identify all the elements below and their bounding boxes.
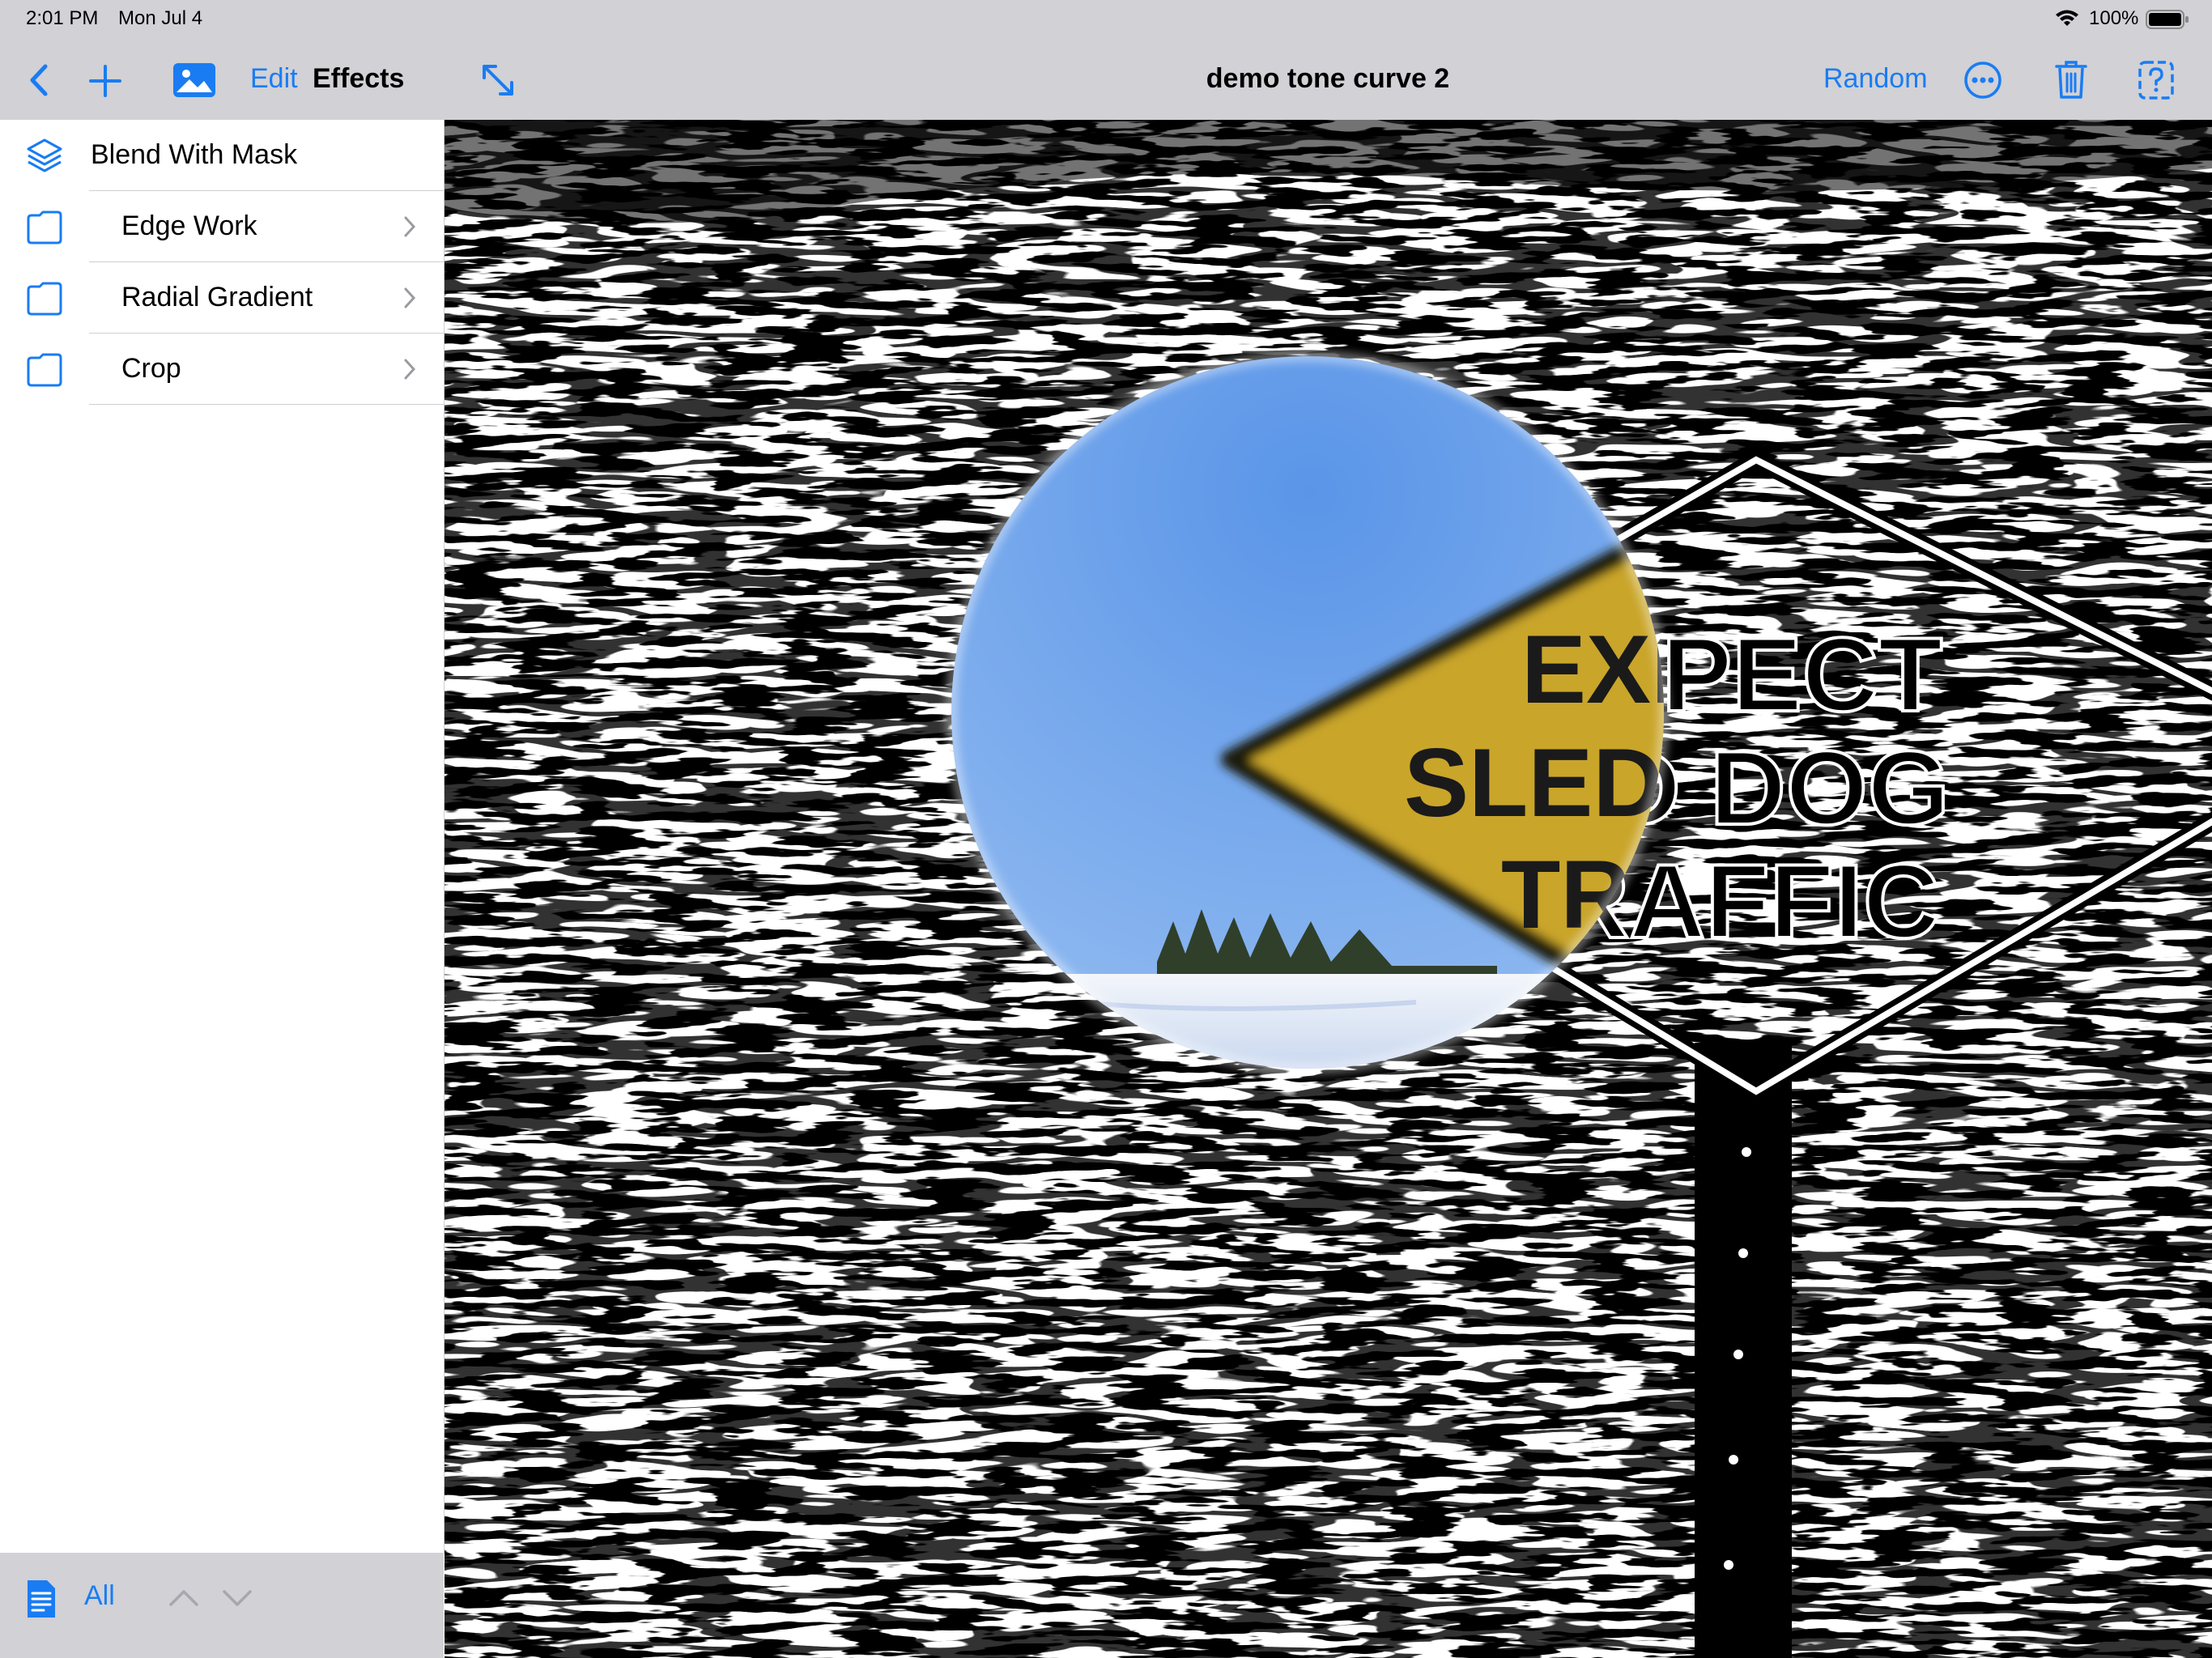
chevron-left-icon (30, 64, 48, 96)
folder-icon (24, 278, 65, 319)
back-button[interactable] (23, 60, 55, 100)
plus-icon (89, 65, 121, 97)
top-bar: 2:01 PM Mon Jul 4 100% Edit Effects demo… (0, 0, 2212, 120)
trash-icon (2055, 61, 2087, 99)
battery-icon (2146, 10, 2189, 35)
delete-button[interactable] (2053, 58, 2089, 100)
sidebar-item-label: Crop (121, 353, 181, 384)
help-button[interactable] (2138, 60, 2175, 100)
status-date: Mon Jul 4 (118, 7, 203, 29)
add-button[interactable] (86, 62, 125, 100)
expand-arrows-icon (483, 65, 513, 96)
random-button[interactable]: Random (1823, 63, 1928, 95)
rendered-image: EXPECT SLED DOG TRAFFIC EXPECT SLED DOG … (445, 120, 2212, 1658)
document-text-icon[interactable] (23, 1577, 60, 1621)
expand-button[interactable] (478, 60, 518, 100)
image-preview[interactable]: EXPECT SLED DOG TRAFFIC EXPECT SLED DOG … (445, 120, 2212, 1658)
sidebar-item-label: Edge Work (121, 210, 257, 241)
ellipsis-circle-icon (1964, 62, 2001, 99)
more-button[interactable] (1963, 60, 2003, 100)
document-title: demo tone curve 2 (1206, 63, 1450, 94)
sign-pole (1695, 1043, 1792, 1658)
sidebar-item-edge-work[interactable]: Edge Work (0, 191, 444, 262)
layers-icon (24, 136, 65, 176)
chevron-up-icon[interactable] (167, 1587, 201, 1609)
chevron-right-icon (402, 285, 418, 311)
status-bar: 2:01 PM Mon Jul 4 100% (0, 0, 2212, 39)
help-square-icon (2138, 61, 2174, 100)
sidebar-item-blend-with-mask[interactable]: Blend With Mask (0, 120, 444, 191)
folder-icon (24, 350, 65, 390)
bottom-toolbar: All (0, 1553, 444, 1658)
battery-percent: 100% (2089, 7, 2139, 29)
image-button[interactable] (172, 62, 217, 99)
sidebar-item-label: Blend With Mask (91, 139, 298, 170)
chevron-down-icon[interactable] (220, 1587, 254, 1609)
filter-all-button[interactable]: All (84, 1580, 115, 1612)
sidebar-item-radial-gradient[interactable]: Radial Gradient (0, 262, 444, 334)
sidebar-item-crop[interactable]: Crop (0, 334, 444, 405)
wifi-icon (2054, 8, 2080, 33)
section-title: Effects (313, 63, 405, 94)
chevron-right-icon (402, 356, 418, 382)
row-divider (89, 404, 444, 405)
photo-icon (173, 63, 215, 97)
status-time: 2:01 PM (26, 7, 99, 29)
chevron-right-icon (402, 214, 418, 240)
folder-icon (24, 207, 65, 248)
sidebar-item-label: Radial Gradient (121, 282, 313, 312)
edit-button[interactable]: Edit (250, 63, 298, 95)
effects-sidebar: Blend With Mask Edge Work Radial Gradien… (0, 120, 445, 1553)
